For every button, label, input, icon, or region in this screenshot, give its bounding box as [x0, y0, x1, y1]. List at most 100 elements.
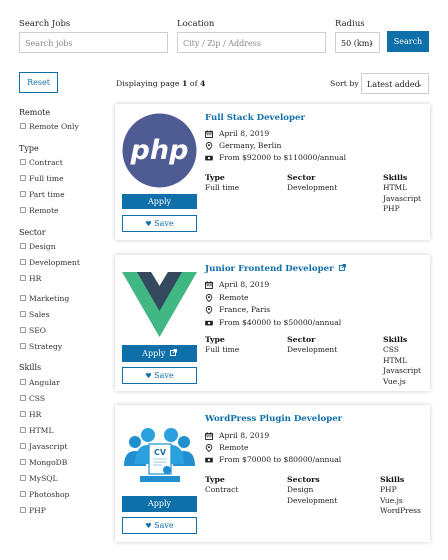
- filter-type-contract[interactable]: Contract: [20, 156, 63, 168]
- job-date: April 8, 2019: [205, 129, 269, 138]
- apply-button[interactable]: Apply: [122, 194, 197, 209]
- skill-tag: CSS: [383, 345, 399, 354]
- php-logo-text: php: [130, 135, 189, 166]
- checkbox[interactable]: [20, 327, 26, 333]
- filter-skill-php[interactable]: PHP: [20, 504, 46, 516]
- checkbox[interactable]: [20, 507, 26, 513]
- sector-values: Design Development: [287, 485, 337, 506]
- checkbox[interactable]: [20, 427, 26, 433]
- job-salary: From $40000 to $50000/annual: [205, 318, 341, 327]
- filter-sector-title: Sector: [19, 228, 46, 237]
- checkbox[interactable]: [20, 191, 26, 197]
- filter-sector-marketing[interactable]: Marketing: [20, 292, 69, 304]
- filter-skill-css[interactable]: CSS: [20, 392, 45, 404]
- save-button[interactable]: ♥ Save: [122, 517, 197, 534]
- filter-type-part-time[interactable]: Part time: [20, 188, 65, 200]
- skill-tag: Javascript: [383, 366, 422, 375]
- checkbox[interactable]: [20, 411, 26, 417]
- vue-logo: [122, 264, 197, 339]
- checkbox[interactable]: [20, 311, 26, 317]
- job-title[interactable]: Junior Frontend Developer: [205, 264, 346, 274]
- skills-values: PHP Vue.js WordPress: [380, 485, 421, 517]
- job-title[interactable]: WordPress Plugin Developer: [205, 414, 342, 424]
- type-header: Type: [205, 335, 225, 344]
- search-jobs-input[interactable]: Search jobs: [19, 32, 168, 53]
- job-card: CV WordPress Plugin Developer April 8, 2…: [115, 405, 430, 542]
- location-pin-icon: [205, 443, 213, 452]
- apply-button[interactable]: Apply: [122, 496, 197, 512]
- chevron-down-icon: ⌄: [417, 80, 423, 88]
- chevron-down-icon: ⌄: [368, 39, 374, 47]
- sector-header: Sector: [287, 173, 316, 182]
- job-card: Junior Frontend Developer April 8, 2019 …: [115, 255, 430, 391]
- checkbox[interactable]: [20, 295, 26, 301]
- job-location: Remote: [205, 443, 249, 452]
- filter-skill-html[interactable]: HTML: [20, 424, 54, 436]
- heart-icon: ♥: [145, 372, 152, 380]
- radius-select[interactable]: 50 (km) ⌄: [335, 32, 380, 53]
- skill-tag: Vue.js: [380, 495, 403, 505]
- skill-tag: PHP: [383, 204, 400, 213]
- external-link-icon: [169, 349, 177, 356]
- checkbox[interactable]: [20, 475, 26, 481]
- save-button[interactable]: ♥ Save: [122, 367, 197, 384]
- filter-skill-photoshop[interactable]: Photoshop: [20, 488, 69, 500]
- checkbox[interactable]: [20, 343, 26, 349]
- checkbox[interactable]: [20, 159, 26, 165]
- filter-skill-mongodb[interactable]: MongoDB: [20, 456, 67, 468]
- cv-logo-text: CV: [154, 448, 167, 457]
- filter-skill-hr[interactable]: HR: [20, 408, 41, 420]
- reset-button[interactable]: Reset: [19, 72, 58, 93]
- skill-tag: Vue.js: [383, 376, 406, 386]
- checkbox[interactable]: [20, 395, 26, 401]
- sector-tag: Design: [287, 485, 314, 494]
- filter-skill-javascript[interactable]: Javascript: [20, 440, 68, 452]
- page-current: 1: [182, 79, 188, 88]
- calendar-icon: [205, 280, 213, 289]
- calendar-icon: [205, 431, 213, 440]
- filter-sector-hr[interactable]: HR: [20, 272, 41, 284]
- job-card: php Full Stack Developer April 8, 2019 G…: [115, 104, 430, 240]
- job-title[interactable]: Full Stack Developer: [205, 113, 305, 123]
- skills-header: Skills: [380, 475, 405, 484]
- search-button[interactable]: Search: [387, 31, 429, 52]
- money-icon: [205, 155, 213, 160]
- filter-sector-development[interactable]: Development: [20, 256, 80, 268]
- filter-skill-mysql[interactable]: MySQL: [20, 472, 58, 484]
- checkbox[interactable]: [20, 379, 26, 385]
- apply-button[interactable]: Apply: [122, 345, 197, 362]
- sort-value: Latest added: [367, 80, 420, 89]
- filter-type-full-time[interactable]: Full time: [20, 172, 64, 184]
- filter-type-remote[interactable]: Remote: [20, 204, 59, 216]
- skill-tag: Javascript: [383, 193, 422, 203]
- radius-label: Radius: [335, 19, 365, 29]
- sort-select[interactable]: Latest added ⌄: [361, 73, 429, 94]
- filter-sector-sales[interactable]: Sales: [20, 308, 50, 320]
- filter-sector-strategy[interactable]: Strategy: [20, 340, 62, 352]
- skill-tag: HTML: [383, 355, 408, 365]
- checkbox[interactable]: [20, 259, 26, 265]
- heart-icon: ♥: [145, 220, 152, 228]
- filter-sector-design[interactable]: Design: [20, 240, 56, 252]
- checkbox[interactable]: [20, 123, 26, 129]
- filter-skill-angular[interactable]: Angular: [20, 376, 60, 388]
- checkbox[interactable]: [20, 459, 26, 465]
- job-location-2: France, Paris: [205, 305, 270, 314]
- skills-values: HTML Javascript PHP: [383, 183, 421, 215]
- job-date: April 8, 2019: [205, 431, 269, 440]
- filter-remote-only[interactable]: Remote Only: [20, 120, 79, 132]
- location-pin-icon: [205, 305, 213, 314]
- checkbox[interactable]: [20, 175, 26, 181]
- skill-tag: PHP: [380, 485, 397, 494]
- location-input[interactable]: City / Zip / Address: [177, 32, 326, 53]
- filter-sector-seo[interactable]: SEO: [20, 324, 46, 336]
- calendar-icon: [205, 129, 213, 138]
- checkbox[interactable]: [20, 207, 26, 213]
- search-jobs-label: Search Jobs: [19, 19, 71, 29]
- checkbox[interactable]: [20, 491, 26, 497]
- money-icon: [205, 320, 213, 325]
- checkbox[interactable]: [20, 443, 26, 449]
- save-button[interactable]: ♥ Save: [122, 215, 197, 232]
- checkbox[interactable]: [20, 275, 26, 281]
- checkbox[interactable]: [20, 243, 26, 249]
